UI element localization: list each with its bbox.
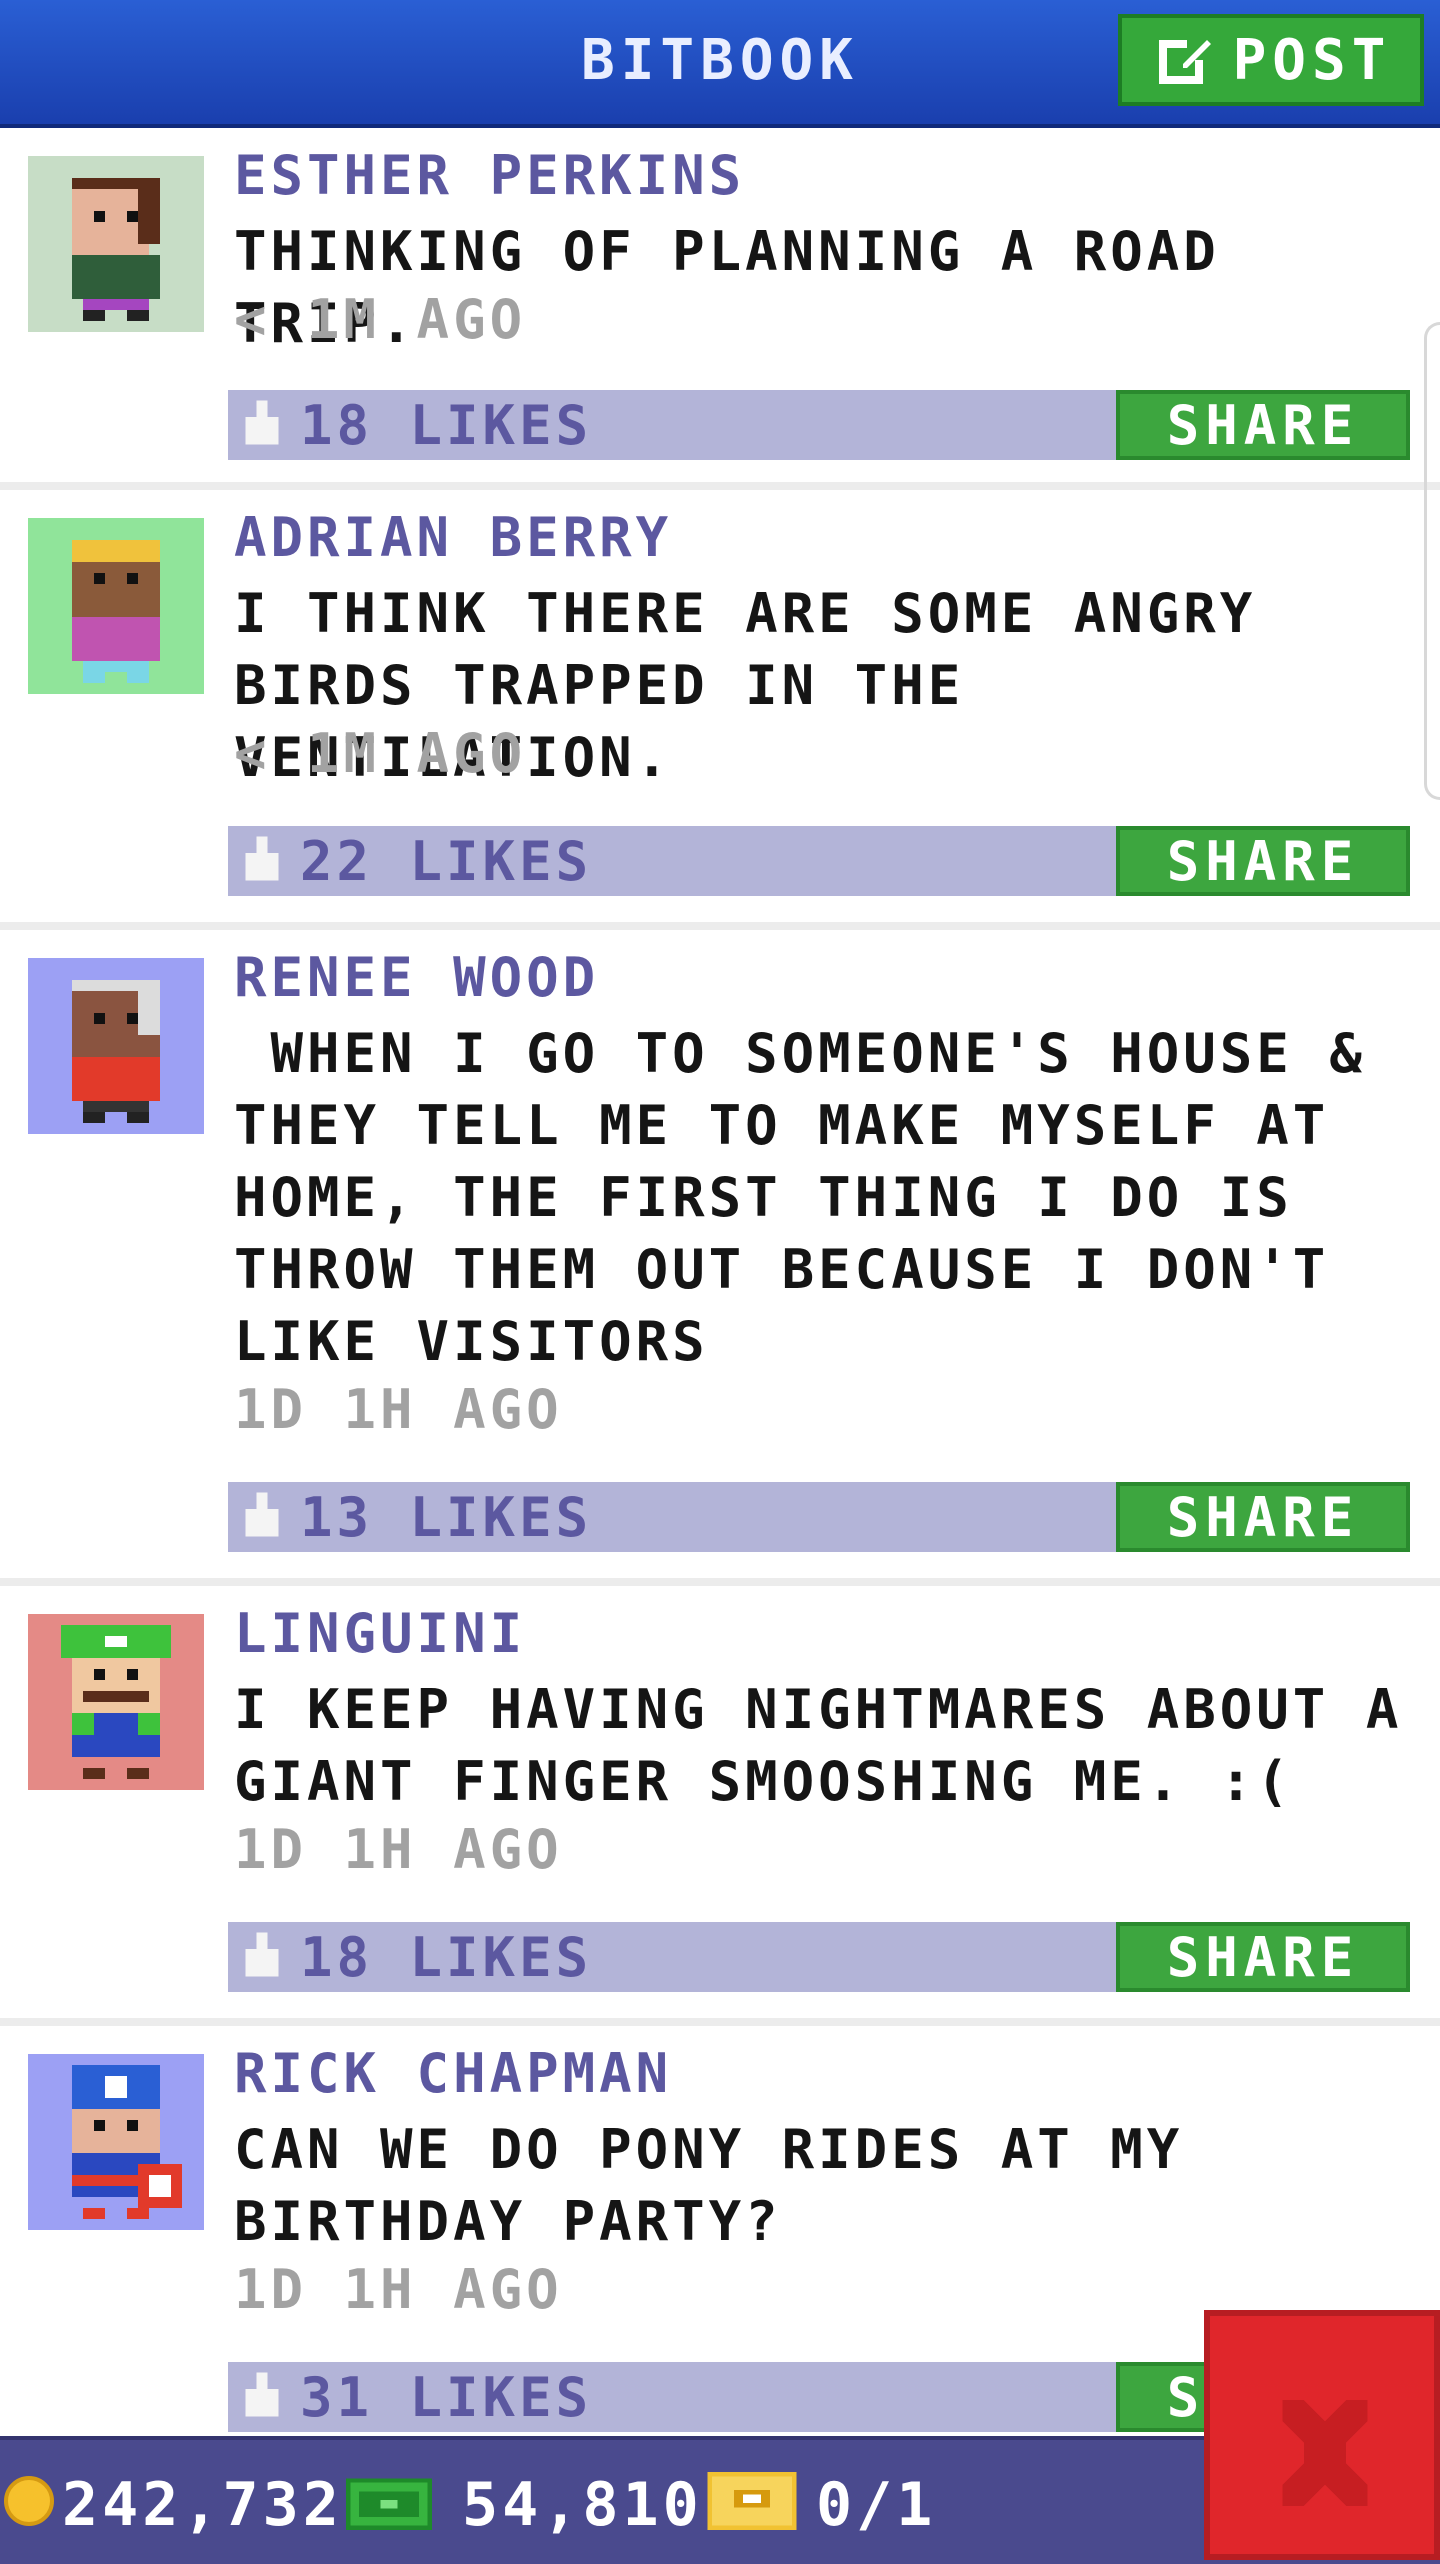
like-count: 18 LIKES [300, 394, 593, 457]
feed-post: ESTHER PERKINS THINKING OF PLANNING A RO… [0, 128, 1440, 490]
close-button[interactable] [1204, 2310, 1440, 2560]
coins-count: 242,732 [62, 2470, 343, 2540]
post-message: CAN WE DO PONY RIDES AT MY BIRTHDAY PART… [234, 2118, 1184, 2253]
post-author: RICK CHAPMAN [234, 2042, 673, 2105]
feed-post: ADRIAN BERRY I THINK THERE ARE SOME ANGR… [0, 490, 1440, 930]
edit-icon [1158, 40, 1211, 84]
feed-post: LINGUINI I KEEP HAVING NIGHTMARES ABOUT … [0, 1586, 1440, 2026]
avatar [28, 958, 204, 1134]
thumbs-up-icon[interactable] [240, 836, 284, 886]
post-author: ADRIAN BERRY [234, 506, 673, 569]
thumbs-up-icon[interactable] [240, 1492, 284, 1542]
thumbs-up-icon[interactable] [240, 2372, 284, 2422]
post-message: WHEN I GO TO SOMEONE'S HOUSE & THEY TELL… [234, 1022, 1403, 1373]
like-count: 31 LIKES [300, 2366, 593, 2429]
share-button[interactable]: SHARE [1116, 1922, 1410, 1992]
post-time: 1D 1H AGO [234, 1378, 563, 1441]
share-button[interactable]: SHARE [1116, 826, 1410, 896]
post-time: < 1M AGO [234, 288, 527, 351]
like-count: 22 LIKES [300, 830, 593, 893]
avatar [28, 518, 204, 694]
like-count: 13 LIKES [300, 1486, 593, 1549]
thumbs-up-icon[interactable] [240, 400, 284, 450]
post-author: RENEE WOOD [234, 946, 600, 1009]
scrollbar[interactable] [1424, 322, 1440, 800]
like-count: 18 LIKES [300, 1926, 593, 1989]
tickets-count: 0/1 [816, 2470, 937, 2540]
coin-icon [4, 2476, 54, 2526]
like-bar: 22 LIKES SHARE [228, 826, 1410, 896]
post-button[interactable]: POST [1118, 14, 1424, 106]
post-time: < 1M AGO [234, 722, 527, 785]
share-button[interactable]: SHARE [1116, 1482, 1410, 1552]
close-icon [1282, 2400, 1368, 2506]
post-author: ESTHER PERKINS [234, 144, 746, 207]
post-button-label: POST [1232, 27, 1392, 93]
feed: ESTHER PERKINS THINKING OF PLANNING A RO… [0, 128, 1440, 2466]
bux-count: 54,810 [462, 2470, 703, 2540]
share-button[interactable]: SHARE [1116, 390, 1410, 460]
post-author: LINGUINI [234, 1602, 527, 1665]
avatar [28, 2054, 204, 2230]
avatar [28, 1614, 204, 1790]
ticket-icon[interactable] [706, 2472, 798, 2530]
like-bar: 18 LIKES SHARE [228, 390, 1410, 460]
app-header: BITBOOK POST [0, 0, 1440, 128]
avatar [28, 156, 204, 332]
post-message: I KEEP HAVING NIGHTMARES ABOUT A GIANT F… [234, 1678, 1403, 1813]
like-bar: 18 LIKES SHARE [228, 1922, 1410, 1992]
like-bar: 13 LIKES SHARE [228, 1482, 1410, 1552]
post-time: 1D 1H AGO [234, 1818, 563, 1881]
post-time: 1D 1H AGO [234, 2258, 563, 2321]
feed-post: RENEE WOOD WHEN I GO TO SOMEONE'S HOUSE … [0, 930, 1440, 1586]
thumbs-up-icon[interactable] [240, 1932, 284, 1982]
bux-icon[interactable] [346, 2474, 432, 2530]
